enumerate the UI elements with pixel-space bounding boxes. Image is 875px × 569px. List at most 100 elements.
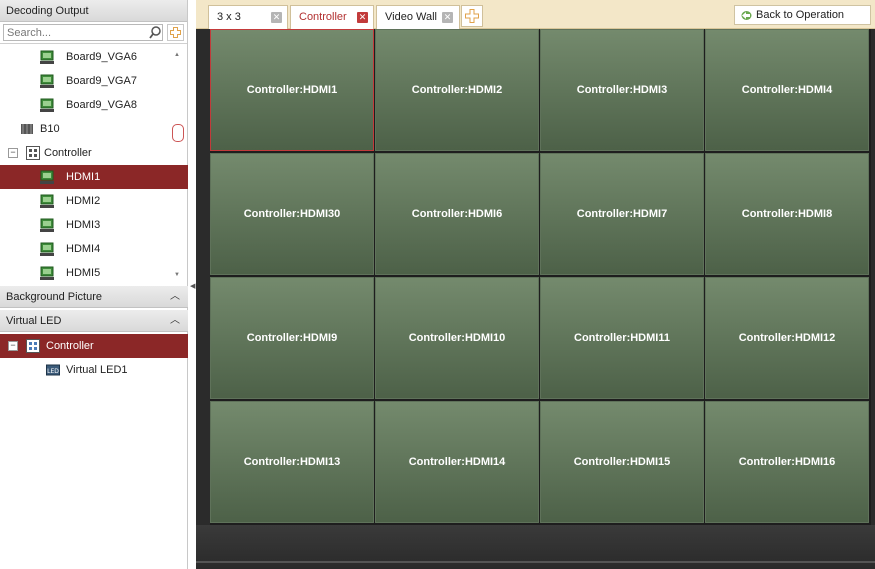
- window-source-label: Controller:HDMI12: [738, 332, 836, 344]
- tree-item-hdmi2[interactable]: HDMI2: [0, 189, 188, 213]
- tree-item-label: Virtual LED1: [66, 364, 128, 376]
- close-icon[interactable]: ✕: [357, 12, 368, 23]
- wall-window-9[interactable]: Controller:HDMI9: [210, 277, 374, 399]
- wall-window-10[interactable]: Controller:HDMI10: [375, 277, 539, 399]
- tab-video-wall[interactable]: Video Wall ✕: [376, 5, 460, 29]
- decoder-output-icon: [40, 266, 54, 280]
- tree-item-label: HDMI5: [66, 267, 101, 279]
- decoding-output-tree: Board9_VGA6 Board9_VGA7 Board9_VGA8 B10 − Con…: [0, 45, 188, 285]
- decoder-output-icon: [40, 98, 54, 112]
- tree-item-label: HDMI2: [66, 195, 101, 207]
- scroll-down-arrow-icon[interactable]: ▼: [174, 272, 180, 278]
- tree-item-label: HDMI3: [66, 219, 101, 231]
- video-wall-grid: Controller:HDMI1 Controller:HDMI2 Controll…: [210, 29, 871, 525]
- tab-controller[interactable]: Controller ✕: [290, 5, 374, 29]
- tree-item-board9-vga7[interactable]: Board9_VGA7: [0, 69, 188, 93]
- tree-item-hdmi1[interactable]: HDMI1: [0, 165, 188, 189]
- wall-window-7[interactable]: Controller:HDMI7: [540, 153, 704, 275]
- virtual-led-tree: − Controller LED Virtual LED1: [0, 334, 188, 382]
- window-source-label: Controller:HDMI9: [246, 332, 338, 344]
- tree-item-label: Controller: [46, 340, 94, 352]
- wall-window-1[interactable]: Controller:HDMI1: [210, 29, 374, 151]
- back-arrow-icon: [741, 11, 752, 20]
- decoder-output-icon: [40, 74, 54, 88]
- bottom-strip: [196, 525, 875, 569]
- svg-text:LED: LED: [47, 368, 59, 375]
- tree-item-board9-vga8[interactable]: Board9_VGA8: [0, 93, 188, 117]
- tree-item-board9-vga6[interactable]: Board9_VGA6: [0, 45, 188, 69]
- search-input[interactable]: [3, 24, 163, 41]
- tree-scrollbar[interactable]: ▲ ▼: [172, 50, 184, 282]
- add-icon[interactable]: [167, 24, 184, 41]
- decoder-output-icon: [40, 170, 54, 184]
- wall-window-8[interactable]: Controller:HDMI8: [705, 153, 869, 275]
- tree-item-label: HDMI4: [66, 243, 101, 255]
- tree-item-label: Board9_VGA6: [66, 51, 137, 63]
- wall-window-6[interactable]: Controller:HDMI6: [375, 153, 539, 275]
- tab-3x3[interactable]: 3 x 3 ✕: [208, 5, 288, 29]
- tree-item-label: HDMI1: [66, 171, 101, 183]
- window-source-label: Controller:HDMI7: [576, 208, 668, 220]
- background-picture-title: Background Picture: [6, 291, 102, 303]
- window-source-label: Controller:HDMI4: [741, 84, 833, 96]
- wall-window-11[interactable]: Controller:HDMI11: [540, 277, 704, 399]
- tree-item-b10[interactable]: B10: [0, 117, 188, 141]
- divider: [196, 561, 875, 563]
- tree-item-controller[interactable]: − Controller: [0, 141, 188, 165]
- window-source-label: Controller:HDMI3: [576, 84, 668, 96]
- add-tab-button[interactable]: [461, 5, 483, 27]
- wall-window-13[interactable]: Controller:HDMI13: [210, 401, 374, 523]
- tab-label: Video Wall: [385, 11, 437, 23]
- tree-item-hdmi4[interactable]: HDMI4: [0, 237, 188, 261]
- led-icon: LED: [46, 364, 60, 376]
- scroll-thumb[interactable]: [172, 124, 184, 142]
- tree-item-hdmi3[interactable]: HDMI3: [0, 213, 188, 237]
- wall-window-15[interactable]: Controller:HDMI15: [540, 401, 704, 523]
- chevron-up-icon[interactable]: ︿: [170, 310, 180, 332]
- decoder-output-icon: [40, 50, 54, 64]
- back-to-operation-button[interactable]: Back to Operation Page: [734, 5, 871, 40]
- window-source-label: Controller:HDMI30: [243, 208, 341, 220]
- tree-item-label: Board9_VGA8: [66, 99, 137, 111]
- decoding-output-title: Decoding Output: [6, 5, 89, 17]
- wall-window-12[interactable]: Controller:HDMI12: [705, 277, 869, 399]
- left-panel: Decoding Output Board9_VGA6 Board9_VGA7 Bo…: [0, 0, 188, 569]
- tree-item-hdmi5[interactable]: HDMI5: [0, 261, 188, 285]
- tree-item-label: Controller: [44, 147, 92, 159]
- device-board-icon: [21, 124, 33, 134]
- wall-window-3[interactable]: Controller:HDMI3: [540, 29, 704, 151]
- collapse-toggle-icon[interactable]: −: [8, 341, 18, 351]
- decoding-output-header[interactable]: Decoding Output: [0, 0, 187, 22]
- window-source-label: Controller:HDMI10: [408, 332, 506, 344]
- tab-label: Controller: [299, 11, 347, 23]
- decoder-output-icon: [40, 194, 54, 208]
- search-bar: [0, 22, 187, 44]
- window-source-label: Controller:HDMI2: [411, 84, 503, 96]
- window-source-label: Controller:HDMI14: [408, 456, 506, 468]
- tab-bar: 3 x 3 ✕ Controller ✕ Video Wall ✕ Back t…: [196, 0, 875, 40]
- scroll-up-arrow-icon[interactable]: ▲: [174, 52, 180, 58]
- search-icon[interactable]: [148, 25, 162, 40]
- background-picture-header[interactable]: Background Picture ︿: [0, 286, 188, 308]
- add-icon: [465, 9, 479, 23]
- wall-window-14[interactable]: Controller:HDMI14: [375, 401, 539, 523]
- controller-icon: [26, 146, 40, 160]
- collapse-toggle-icon[interactable]: −: [8, 148, 18, 158]
- virtual-led-title: Virtual LED: [6, 315, 62, 327]
- virtual-tree-item-controller[interactable]: − Controller: [0, 334, 188, 358]
- virtual-led-header[interactable]: Virtual LED ︿: [0, 310, 188, 332]
- wall-window-16[interactable]: Controller:HDMI16: [705, 401, 869, 523]
- tab-label: 3 x 3: [217, 11, 241, 23]
- close-icon[interactable]: ✕: [271, 12, 282, 23]
- chevron-up-icon[interactable]: ︿: [170, 286, 180, 308]
- window-source-label: Controller:HDMI16: [738, 456, 836, 468]
- close-icon[interactable]: ✕: [442, 12, 453, 23]
- window-source-label: Controller:HDMI8: [741, 208, 833, 220]
- virtual-tree-item-virtual-led1[interactable]: LED Virtual LED1: [0, 358, 188, 382]
- wall-window-5[interactable]: Controller:HDMI30: [210, 153, 374, 275]
- tree-item-label: Board9_VGA7: [66, 75, 137, 87]
- window-source-label: Controller:HDMI6: [411, 208, 503, 220]
- wall-window-4[interactable]: Controller:HDMI4: [705, 29, 869, 151]
- wall-window-2[interactable]: Controller:HDMI2: [375, 29, 539, 151]
- decoder-output-icon: [40, 218, 54, 232]
